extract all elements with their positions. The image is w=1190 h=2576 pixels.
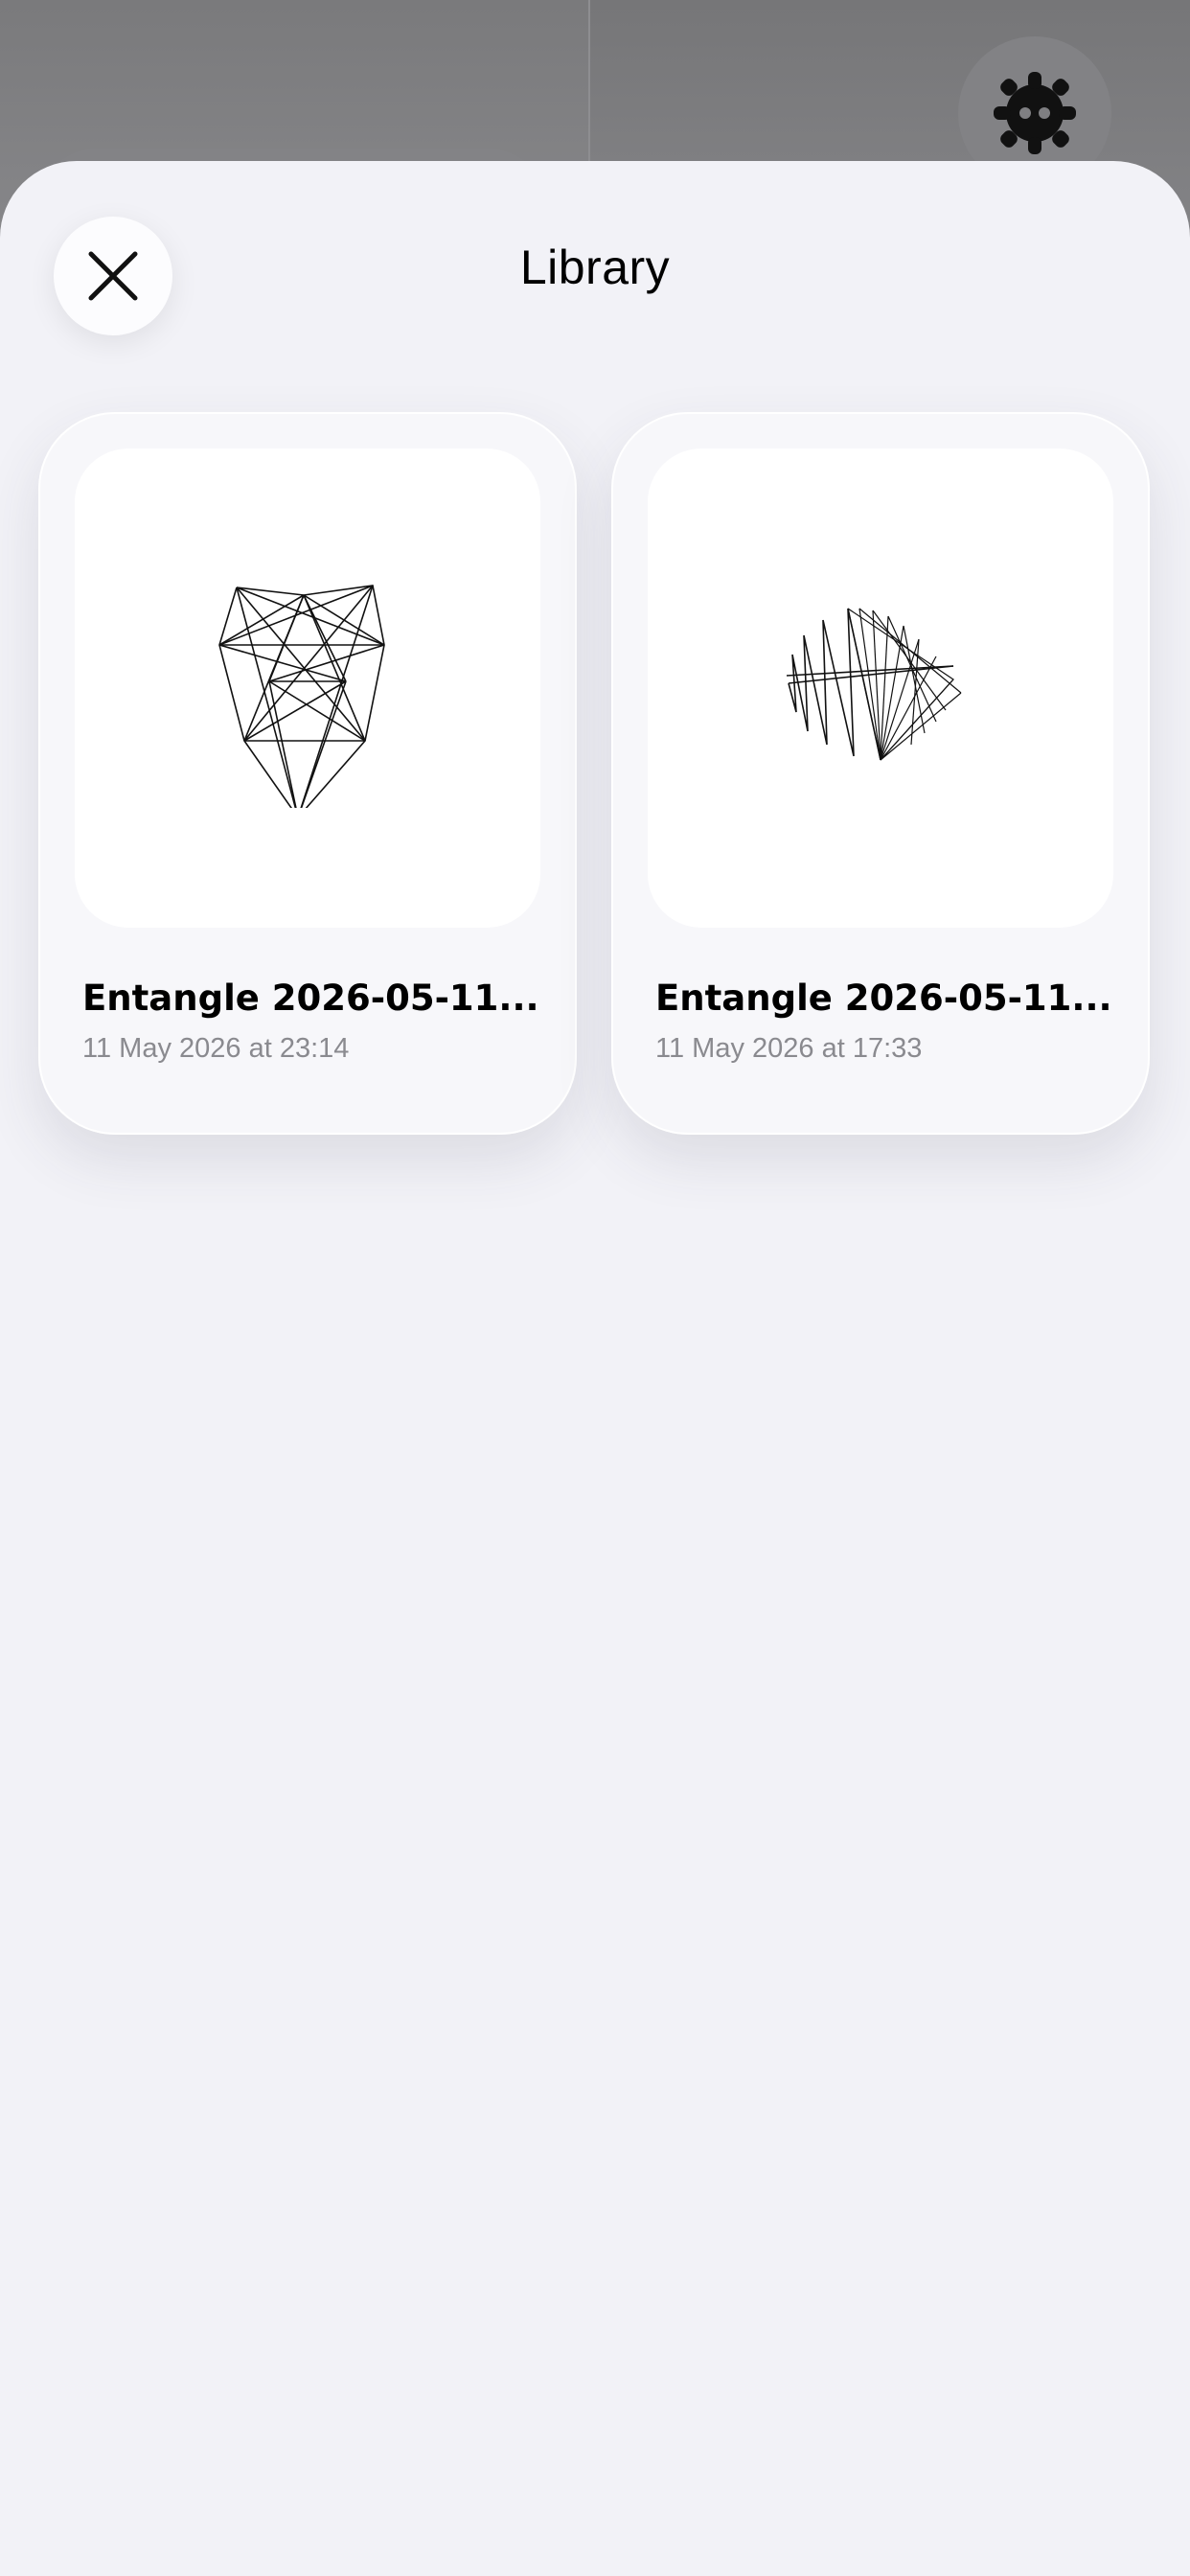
item-title: Entangle 2026-05-11... [655, 978, 1112, 1019]
item-title: Entangle 2026-05-11... [82, 978, 539, 1019]
artwork-thumbnail [75, 448, 540, 928]
library-item-card[interactable]: Entangle 2026-05-11... 11 May 2026 at 17… [611, 412, 1150, 1135]
artwork-thumbnail [648, 448, 1113, 928]
gear-face-icon [994, 72, 1076, 154]
item-date: 11 May 2026 at 23:14 [82, 1033, 350, 1064]
library-sheet: Library Entangle 2026-05-11... 11 May 20… [0, 161, 1190, 2576]
page-title: Library [519, 241, 671, 294]
zigzag-sphere-artwork [786, 608, 962, 761]
item-date: 11 May 2026 at 17:33 [655, 1033, 923, 1064]
geometric-shield-artwork [218, 585, 385, 808]
library-grid: Entangle 2026-05-11... 11 May 2026 at 23… [38, 412, 1150, 1135]
library-item-card[interactable]: Entangle 2026-05-11... 11 May 2026 at 23… [38, 412, 577, 1135]
